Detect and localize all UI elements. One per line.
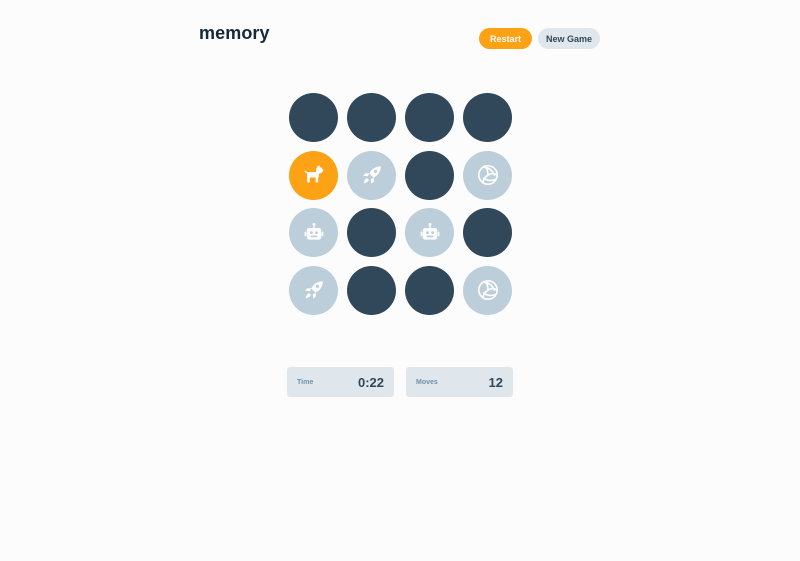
restart-button[interactable]: Restart: [479, 28, 532, 49]
tile-1[interactable]: [289, 93, 338, 142]
time-label: Time: [297, 378, 314, 386]
tile-10[interactable]: [347, 208, 396, 258]
app-logo: memory: [199, 23, 270, 43]
robot-icon: [302, 221, 326, 245]
game-board: [289, 93, 512, 315]
rocket-icon: [360, 163, 384, 187]
moves-label: Moves: [416, 378, 438, 386]
tile-11[interactable]: [405, 208, 454, 258]
tile-15[interactable]: [405, 265, 454, 315]
moves-panel: Moves 12: [406, 367, 513, 397]
robot-icon: [418, 221, 442, 245]
dog-icon: [302, 163, 326, 187]
tile-5[interactable]: [289, 150, 338, 200]
tile-6[interactable]: [347, 150, 396, 200]
volleyball-icon: [476, 163, 500, 187]
tile-13[interactable]: [289, 265, 338, 315]
tile-4[interactable]: [463, 93, 512, 142]
rocket-icon: [302, 278, 326, 302]
tile-7[interactable]: [405, 150, 454, 200]
tile-16[interactable]: [463, 265, 512, 315]
tile-3[interactable]: [405, 93, 454, 142]
tile-2[interactable]: [347, 93, 396, 142]
tile-12[interactable]: [463, 208, 512, 258]
time-panel: Time 0:22: [287, 367, 394, 397]
tile-14[interactable]: [347, 265, 396, 315]
tile-8[interactable]: [463, 150, 512, 200]
volleyball-icon: [476, 278, 500, 302]
moves-value: 12: [488, 374, 503, 390]
time-value: 0:22: [357, 374, 384, 390]
new-game-button[interactable]: New Game: [538, 28, 600, 49]
tile-9[interactable]: [289, 208, 338, 258]
